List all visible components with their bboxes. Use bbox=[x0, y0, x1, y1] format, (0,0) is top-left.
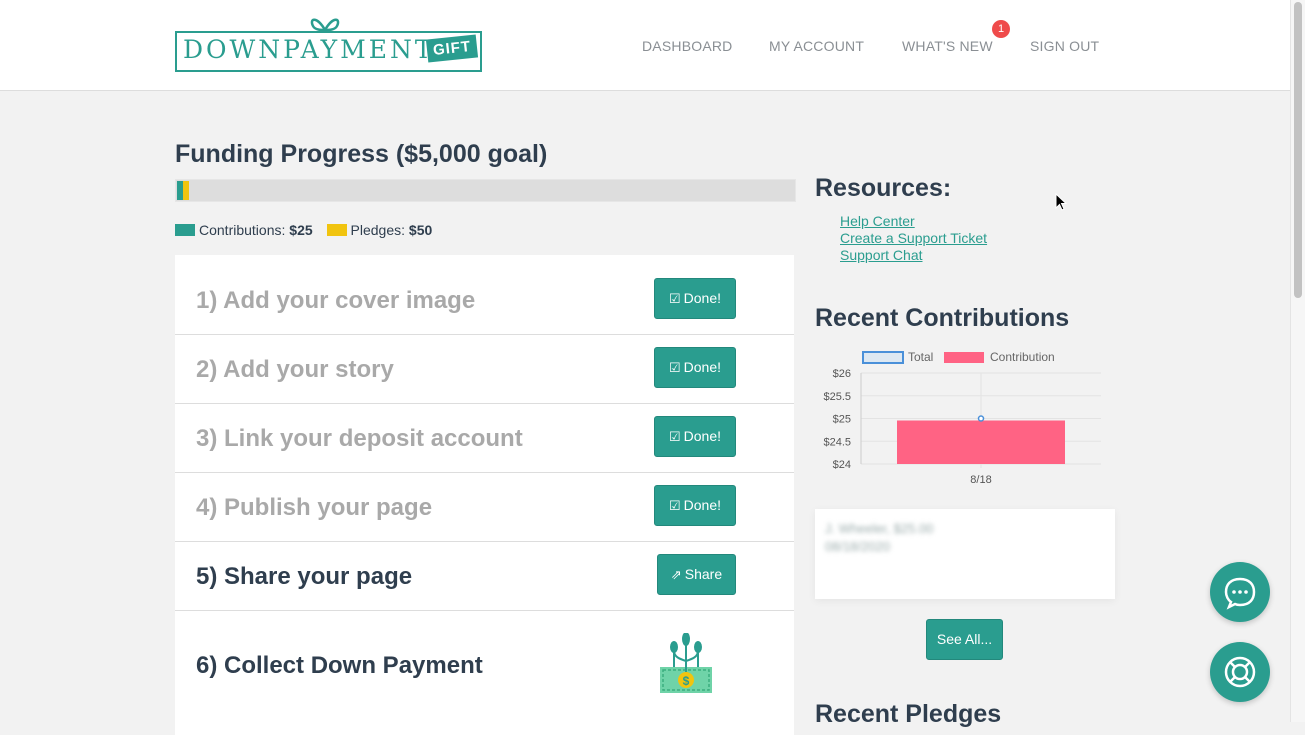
share-icon: ⇗ bbox=[670, 567, 682, 582]
chat-bubble-icon bbox=[1224, 577, 1256, 610]
checkbox-check-icon: ☑ bbox=[668, 429, 681, 444]
see-all-button[interactable]: See All... bbox=[926, 619, 1003, 660]
chat-fab[interactable] bbox=[1210, 562, 1270, 622]
svg-text:$: $ bbox=[683, 674, 690, 688]
recent-contributions-chart: Total Contribution $26 $25.5 $25 $24.5 $24 8/18 bbox=[823, 350, 1101, 486]
pledges-label: Pledges: bbox=[350, 222, 406, 238]
contributions-label: Contributions: bbox=[199, 222, 286, 238]
checkbox-check-icon: ☑ bbox=[668, 360, 681, 375]
contribution-entry-date: 08/18/2020 bbox=[825, 539, 891, 554]
pledges-fill bbox=[183, 181, 189, 200]
checkbox-check-icon: ☑ bbox=[668, 498, 681, 513]
step-cover-image: 1) Add your cover image ☑ Done! bbox=[175, 266, 794, 335]
y-tick-label: $25 bbox=[833, 414, 851, 426]
y-tick-label: $25.5 bbox=[823, 391, 851, 403]
step-label: 2) Add your story bbox=[196, 356, 394, 383]
total-point bbox=[977, 415, 985, 422]
step-publish-page: 4) Publish your page ☑ Done! bbox=[175, 473, 794, 542]
pledges-value: $50 bbox=[408, 222, 433, 238]
step-deposit-account: 3) Link your deposit account ☑ Done! bbox=[175, 404, 794, 473]
nav-whats-new[interactable]: WHAT'S NEW bbox=[902, 38, 993, 54]
funding-legend: Contributions: $25 Pledges: $50 bbox=[175, 222, 442, 238]
pledges-swatch bbox=[326, 224, 347, 237]
money-plant-icon: $ bbox=[660, 633, 712, 693]
nav-dashboard[interactable]: DASHBOARD bbox=[642, 38, 732, 54]
resources-heading: Resources: bbox=[815, 174, 952, 202]
support-ticket-link[interactable]: Create a Support Ticket bbox=[840, 230, 987, 246]
done-button[interactable]: ☑ Done! bbox=[654, 278, 736, 319]
legend-contribution-label: Contribution bbox=[990, 350, 1055, 364]
site-header: DOWNPAYMENT. GIFT DASHBOARD MY ACCOUNT W… bbox=[0, 0, 1291, 91]
y-tick-label: $26 bbox=[833, 368, 851, 380]
done-button[interactable]: ☑ Done! bbox=[654, 347, 736, 388]
nav-my-account[interactable]: MY ACCOUNT bbox=[769, 38, 864, 54]
checkbox-check-icon: ☑ bbox=[668, 291, 681, 306]
y-tick-label: $24 bbox=[833, 459, 851, 471]
downpayment-gift-logo[interactable]: DOWNPAYMENT. GIFT bbox=[175, 14, 482, 72]
logo-wordmark: DOWNPAYMENT. bbox=[183, 35, 442, 64]
step-label: 6) Collect Down Payment bbox=[196, 652, 483, 679]
nav-sign-out[interactable]: SIGN OUT bbox=[1030, 38, 1099, 54]
legend-contribution-swatch bbox=[944, 352, 984, 363]
notification-badge: 1 bbox=[992, 20, 1010, 38]
x-tick-label: 8/18 bbox=[970, 474, 991, 486]
mouse-cursor-icon bbox=[1055, 193, 1067, 211]
setup-steps-panel: 1) Add your cover image ☑ Done! 2) Add yo… bbox=[175, 255, 794, 735]
step-share-page: 5) Share your page ⇗ Share bbox=[175, 542, 794, 611]
legend-total-swatch bbox=[862, 351, 904, 364]
help-fab[interactable] bbox=[1210, 642, 1270, 702]
contributions-swatch bbox=[175, 224, 195, 237]
support-chat-link[interactable]: Support Chat bbox=[840, 247, 923, 263]
done-button[interactable]: ☑ Done! bbox=[654, 416, 736, 457]
contribution-list: J. Wheeler, $25.00 08/18/2020 bbox=[815, 509, 1115, 599]
page-scrollbar[interactable] bbox=[1290, 0, 1305, 722]
help-center-link[interactable]: Help Center bbox=[840, 213, 915, 229]
step-label: 5) Share your page bbox=[196, 563, 413, 590]
scrollbar-thumb[interactable] bbox=[1294, 2, 1302, 298]
contributions-value: $25 bbox=[289, 222, 313, 238]
step-label: 4) Publish your page bbox=[196, 494, 433, 521]
recent-pledges-heading: Recent Pledges bbox=[815, 700, 1002, 728]
share-button[interactable]: ⇗ Share bbox=[657, 554, 736, 595]
contribution-entry-name: J. Wheeler, $25.00 bbox=[825, 521, 934, 536]
funding-progress-title: Funding Progress ($5,000 goal) bbox=[175, 140, 548, 168]
step-story: 2) Add your story ☑ Done! bbox=[175, 335, 794, 404]
legend-total-label: Total bbox=[908, 350, 933, 364]
funding-progress-bar bbox=[175, 179, 796, 202]
done-button[interactable]: ☑ Done! bbox=[654, 485, 736, 526]
step-label: 3) Link your deposit account bbox=[196, 425, 523, 452]
recent-contributions-heading: Recent Contributions bbox=[815, 304, 1070, 332]
step-label: 1) Add your cover image bbox=[196, 287, 476, 314]
lifebuoy-icon bbox=[1224, 656, 1256, 688]
contribution-bar bbox=[897, 420, 1065, 464]
y-tick-label: $24.5 bbox=[823, 436, 851, 448]
